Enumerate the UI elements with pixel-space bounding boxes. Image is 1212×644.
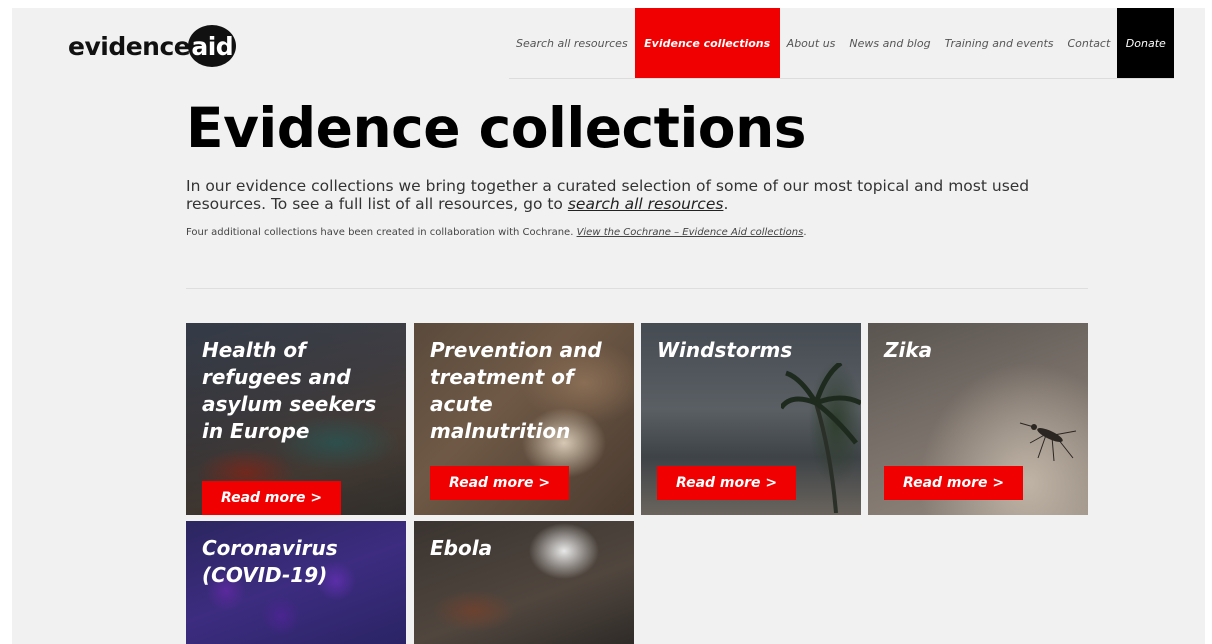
page: evidence aid Search all resources Eviden… [12, 8, 1212, 644]
collection-tile-malnutrition[interactable]: Prevention and treatment of acute malnut… [414, 323, 634, 515]
read-more-button[interactable]: Read more > [657, 466, 797, 500]
evidence-aid-logo[interactable]: evidence aid [68, 24, 237, 68]
collection-tile-refugees[interactable]: Health of refugees and asylum seekers in… [186, 323, 406, 515]
collection-tile-coronavirus[interactable]: Coronavirus (COVID-19) [186, 521, 406, 644]
right-gutter [1205, 0, 1212, 644]
page-title: Evidence collections [186, 96, 806, 160]
note-text: Four additional collections have been cr… [186, 227, 577, 238]
collection-title: Ebola [430, 536, 493, 560]
collection-title: Windstorms [657, 338, 793, 362]
search-all-resources-link[interactable]: search all resources [568, 195, 724, 213]
mosquito-image [1019, 422, 1077, 462]
main-nav: Search all resources Evidence collection… [509, 8, 1175, 79]
collection-tile-windstorms[interactable]: Windstorms Read more > [641, 323, 861, 515]
nav-training-and-events[interactable]: Training and events [938, 8, 1061, 78]
intro-paragraph: In our evidence collections we bring tog… [186, 177, 1066, 213]
note-end: . [803, 227, 807, 238]
nav-contact[interactable]: Contact [1061, 8, 1118, 78]
collection-tile-ebola[interactable]: Ebola [414, 521, 634, 644]
nav-evidence-collections[interactable]: Evidence collections [634, 8, 780, 78]
nav-donate-button[interactable]: Donate [1117, 8, 1175, 78]
divider [186, 288, 1088, 289]
collection-title: Coronavirus (COVID-19) [202, 536, 338, 587]
collection-title: Prevention and treatment of acute malnut… [430, 338, 602, 443]
cochrane-collections-link[interactable]: View the Cochrane – Evidence Aid collect… [577, 227, 804, 238]
read-more-button[interactable]: Read more > [884, 466, 1024, 500]
nav-search-all-resources[interactable]: Search all resources [509, 8, 635, 78]
cochrane-note: Four additional collections have been cr… [186, 227, 807, 238]
logo-word: evidence [68, 31, 191, 61]
nav-news-and-blog[interactable]: News and blog [842, 8, 937, 78]
collection-tile-zika[interactable]: Zika Read more > [868, 323, 1088, 515]
collection-title: Health of refugees and asylum seekers in… [202, 338, 377, 443]
nav-about-us[interactable]: About us [780, 8, 843, 78]
logo-circle: aid [188, 25, 237, 67]
read-more-button[interactable]: Read more > [430, 466, 570, 500]
read-more-button[interactable]: Read more > [202, 481, 342, 515]
collection-title: Zika [884, 338, 933, 362]
intro-end: . [723, 195, 729, 213]
